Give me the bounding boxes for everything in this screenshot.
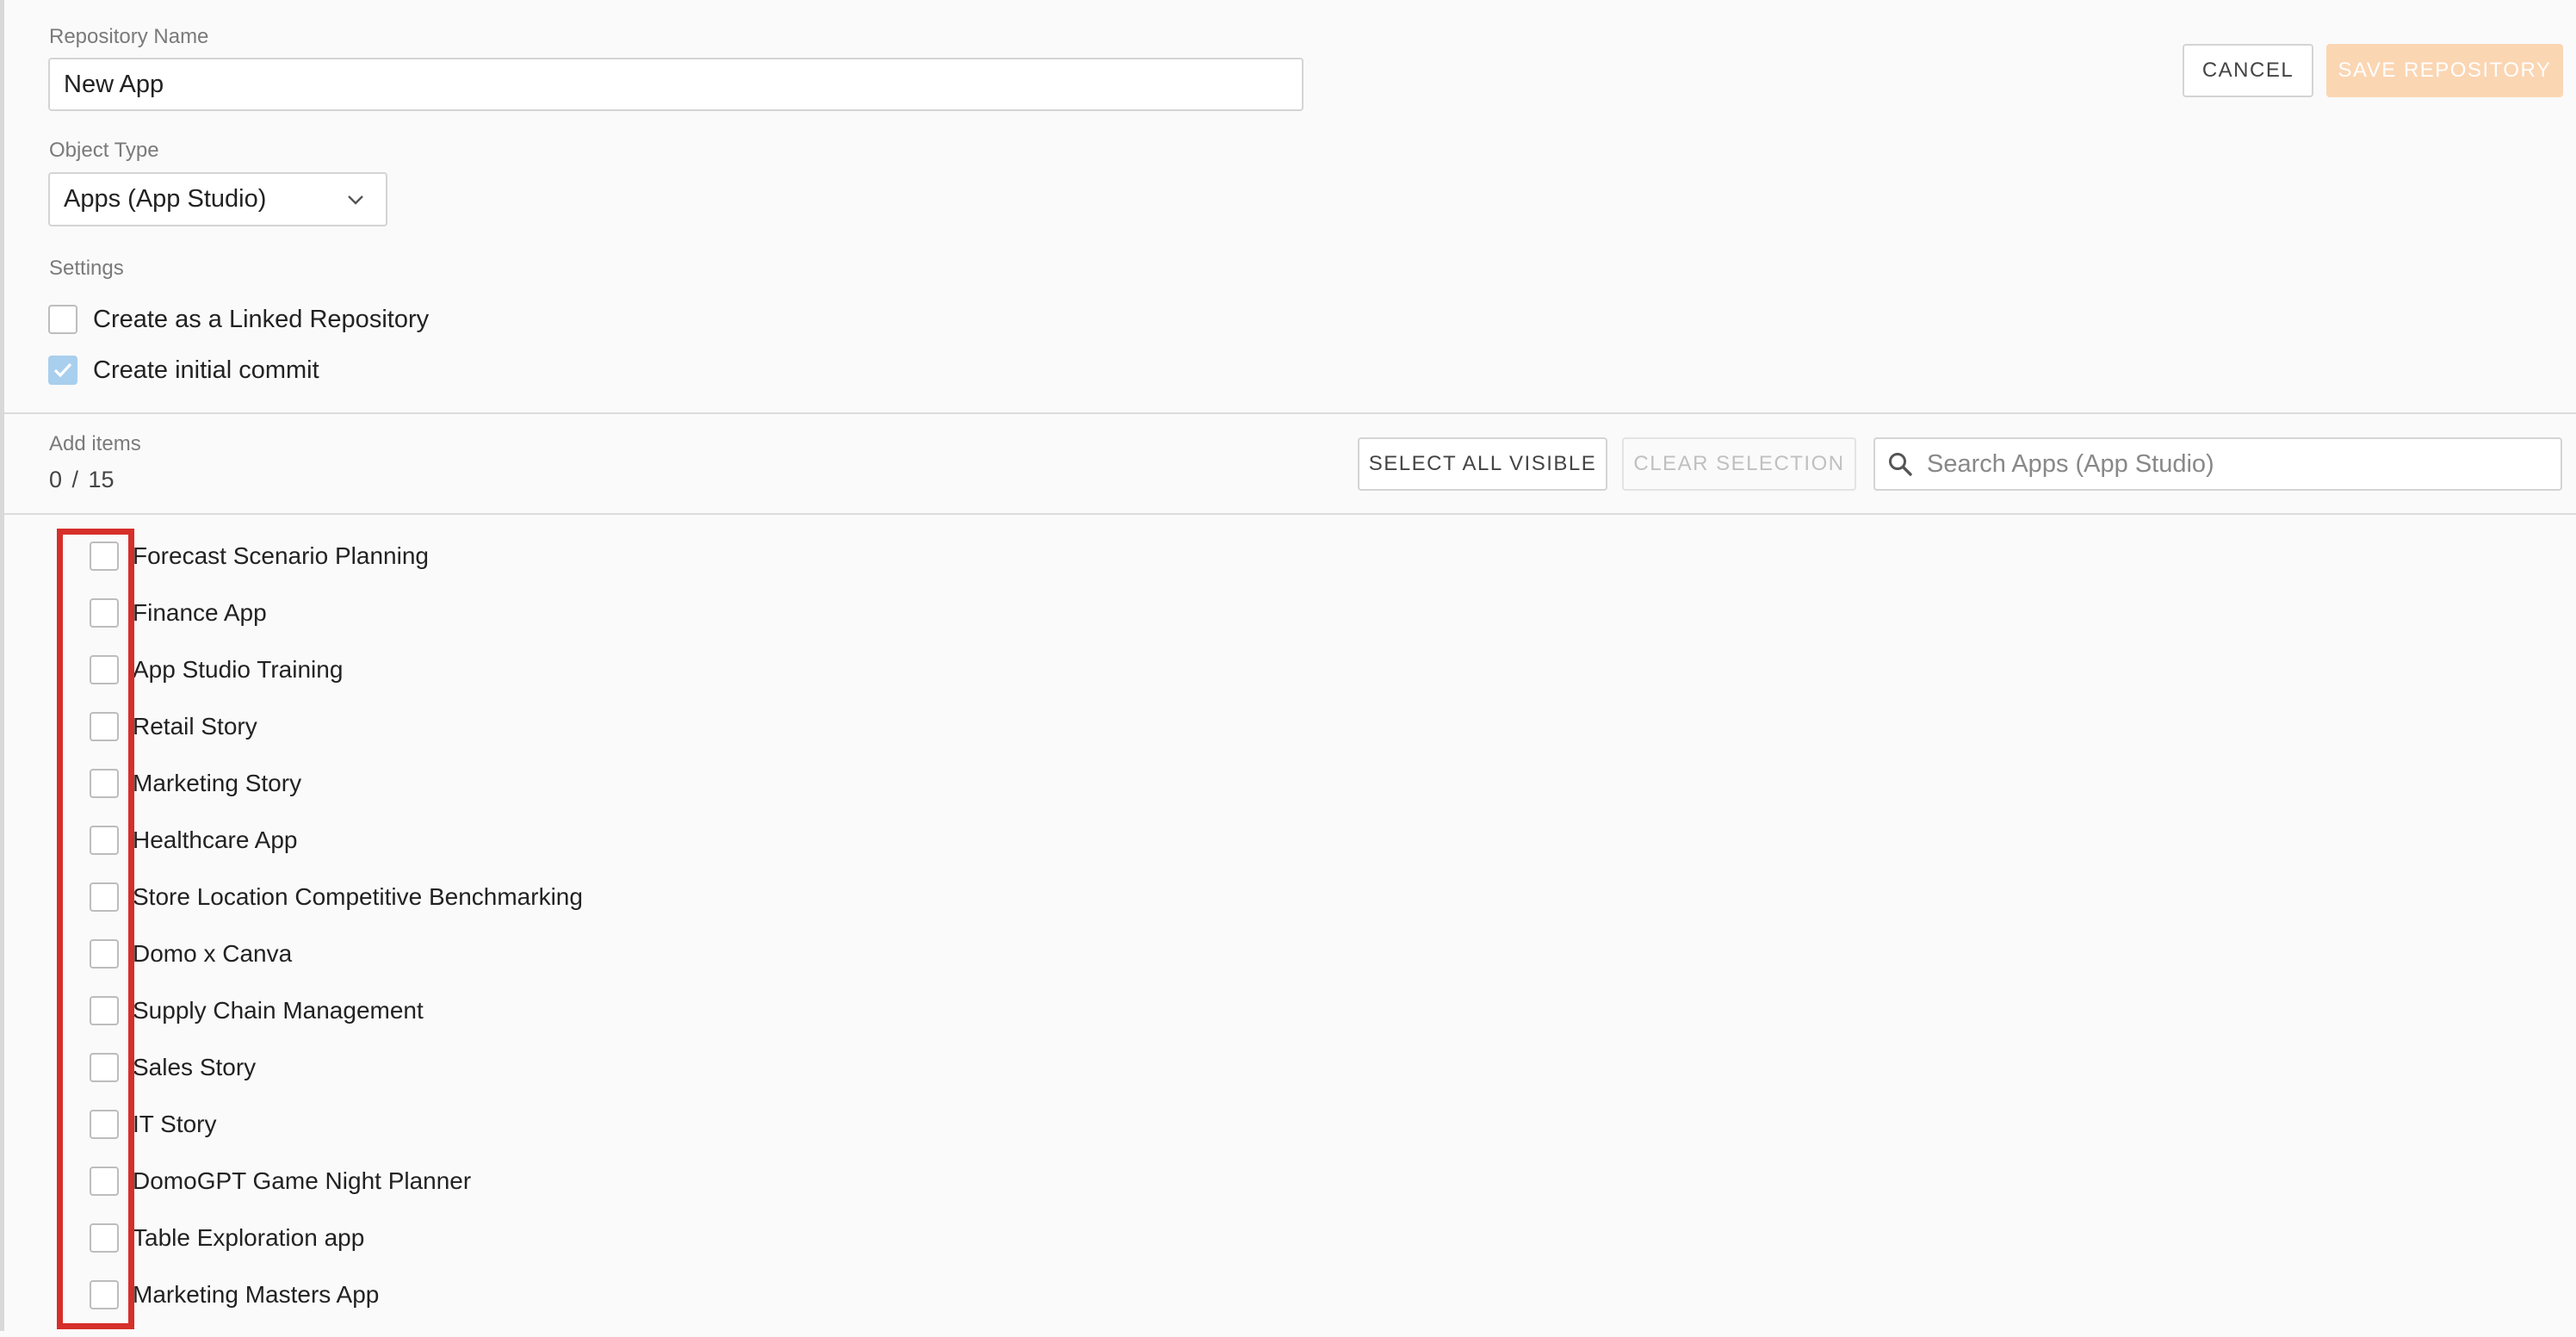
app-item-list: Forecast Scenario Planning Finance App App… (90, 542, 583, 1337)
linked-repository-checkbox[interactable] (48, 305, 77, 334)
item-label: Retail Story (133, 713, 257, 740)
item-checkbox[interactable] (90, 939, 119, 969)
item-checkbox[interactable] (90, 1280, 119, 1309)
item-label: Table Exploration app (133, 1224, 365, 1251)
search-icon (1886, 449, 1915, 479)
item-label: Supply Chain Management (133, 997, 424, 1024)
item-checkbox[interactable] (90, 996, 119, 1025)
selection-count: 0 / 15 (49, 467, 115, 492)
add-items-title: Add items (49, 432, 141, 455)
list-item[interactable]: Marketing Masters App (90, 1280, 583, 1337)
item-checkbox[interactable] (90, 769, 119, 798)
list-item[interactable]: Marketing Story (90, 769, 583, 826)
repo-name-label: Repository Name (49, 25, 209, 48)
left-edge-border (0, 0, 4, 1331)
list-item[interactable]: App Studio Training (90, 655, 583, 712)
item-label: Store Location Competitive Benchmarking (133, 883, 583, 910)
list-item[interactable]: Retail Story (90, 712, 583, 769)
item-checkbox[interactable] (90, 1223, 119, 1253)
item-label: App Studio Training (133, 656, 344, 683)
item-checkbox[interactable] (90, 1167, 119, 1196)
list-item[interactable]: Domo x Canva (90, 939, 583, 996)
initial-commit-checkbox[interactable] (48, 356, 77, 385)
clear-selection-button[interactable]: CLEAR SELECTION (1622, 437, 1856, 491)
item-checkbox[interactable] (90, 712, 119, 741)
list-item[interactable]: Finance App (90, 598, 583, 655)
search-input[interactable] (1925, 449, 2550, 480)
list-item[interactable]: Store Location Competitive Benchmarking (90, 882, 583, 939)
initial-commit-option[interactable]: Create initial commit (48, 356, 319, 385)
list-item[interactable]: Sales Story (90, 1053, 583, 1110)
object-type-label: Object Type (49, 139, 159, 162)
item-checkbox[interactable] (90, 655, 119, 684)
list-item[interactable]: Healthcare App (90, 826, 583, 882)
item-label: Finance App (133, 599, 267, 626)
settings-label: Settings (49, 257, 124, 280)
item-checkbox[interactable] (90, 598, 119, 628)
select-all-visible-button[interactable]: SELECT ALL VISIBLE (1358, 437, 1607, 491)
search-field[interactable] (1873, 437, 2562, 491)
item-checkbox[interactable] (90, 1053, 119, 1082)
item-label: Marketing Masters App (133, 1281, 380, 1308)
checkmark-icon (53, 362, 72, 378)
list-divider (4, 513, 2576, 515)
item-label: Sales Story (133, 1054, 257, 1080)
object-type-select[interactable]: Apps (App Studio) (48, 172, 387, 226)
item-checkbox[interactable] (90, 1110, 119, 1139)
repo-name-input[interactable] (48, 58, 1303, 111)
list-item[interactable]: IT Story (90, 1110, 583, 1167)
linked-repository-option[interactable]: Create as a Linked Repository (48, 305, 429, 334)
item-checkbox[interactable] (90, 826, 119, 855)
list-item[interactable]: Supply Chain Management (90, 996, 583, 1053)
list-item[interactable]: Forecast Scenario Planning (90, 542, 583, 598)
item-label: Forecast Scenario Planning (133, 542, 429, 569)
item-label: DomoGPT Game Night Planner (133, 1167, 472, 1194)
item-label: IT Story (133, 1111, 217, 1137)
item-checkbox[interactable] (90, 542, 119, 571)
save-repository-button[interactable]: SAVE REPOSITORY (2326, 44, 2563, 97)
section-divider (4, 412, 2576, 414)
list-item[interactable]: Table Exploration app (90, 1223, 583, 1280)
linked-repository-label: Create as a Linked Repository (93, 305, 430, 333)
item-label: Domo x Canva (133, 940, 293, 967)
chevron-down-icon (344, 189, 367, 211)
item-checkbox[interactable] (90, 882, 119, 912)
cancel-button[interactable]: CANCEL (2183, 44, 2313, 97)
object-type-selected-value: Apps (App Studio) (64, 185, 267, 213)
item-label: Healthcare App (133, 826, 298, 853)
list-item[interactable]: DomoGPT Game Night Planner (90, 1167, 583, 1223)
initial-commit-label: Create initial commit (93, 356, 319, 384)
item-label: Marketing Story (133, 770, 302, 796)
